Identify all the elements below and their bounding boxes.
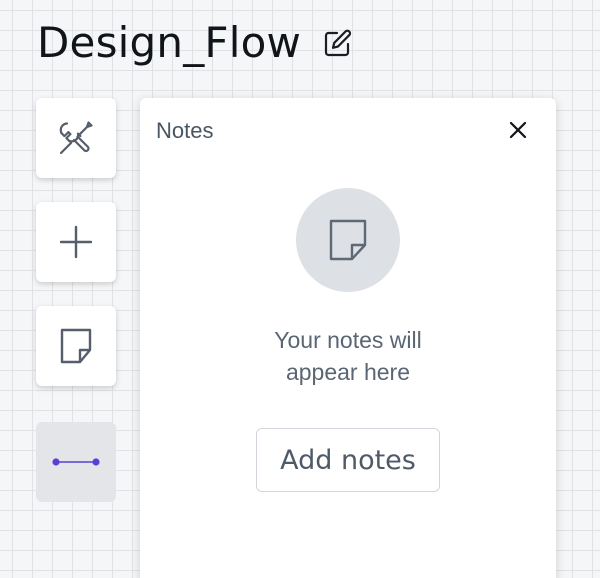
add-element-button[interactable]	[36, 202, 116, 282]
sticky-note-icon	[329, 219, 367, 261]
plus-icon	[59, 225, 93, 259]
notes-button[interactable]	[36, 306, 116, 386]
empty-state-message: Your notes will appear here	[140, 324, 556, 388]
empty-state-line-2: appear here	[285, 359, 411, 385]
empty-state-line-1: Your notes will	[274, 327, 422, 353]
pencil-square-icon	[324, 29, 352, 56]
title-row: Design_Flow	[37, 18, 355, 67]
notes-panel-title: Notes	[156, 118, 214, 143]
edit-title-button[interactable]	[321, 26, 355, 60]
wrench-screwdriver-icon	[59, 121, 93, 155]
empty-state-icon-circle	[296, 188, 400, 292]
line-connector-icon	[52, 458, 100, 466]
page-title[interactable]: Design_Flow	[37, 18, 301, 67]
add-notes-button[interactable]: Add notes	[256, 428, 440, 492]
close-notes-button[interactable]	[506, 118, 530, 142]
notes-panel: Notes Your notes will appear here Add no…	[140, 98, 556, 578]
tools-button[interactable]	[36, 98, 116, 178]
close-icon	[509, 121, 527, 139]
connector-button[interactable]	[36, 422, 116, 502]
sticky-note-icon	[60, 328, 92, 364]
